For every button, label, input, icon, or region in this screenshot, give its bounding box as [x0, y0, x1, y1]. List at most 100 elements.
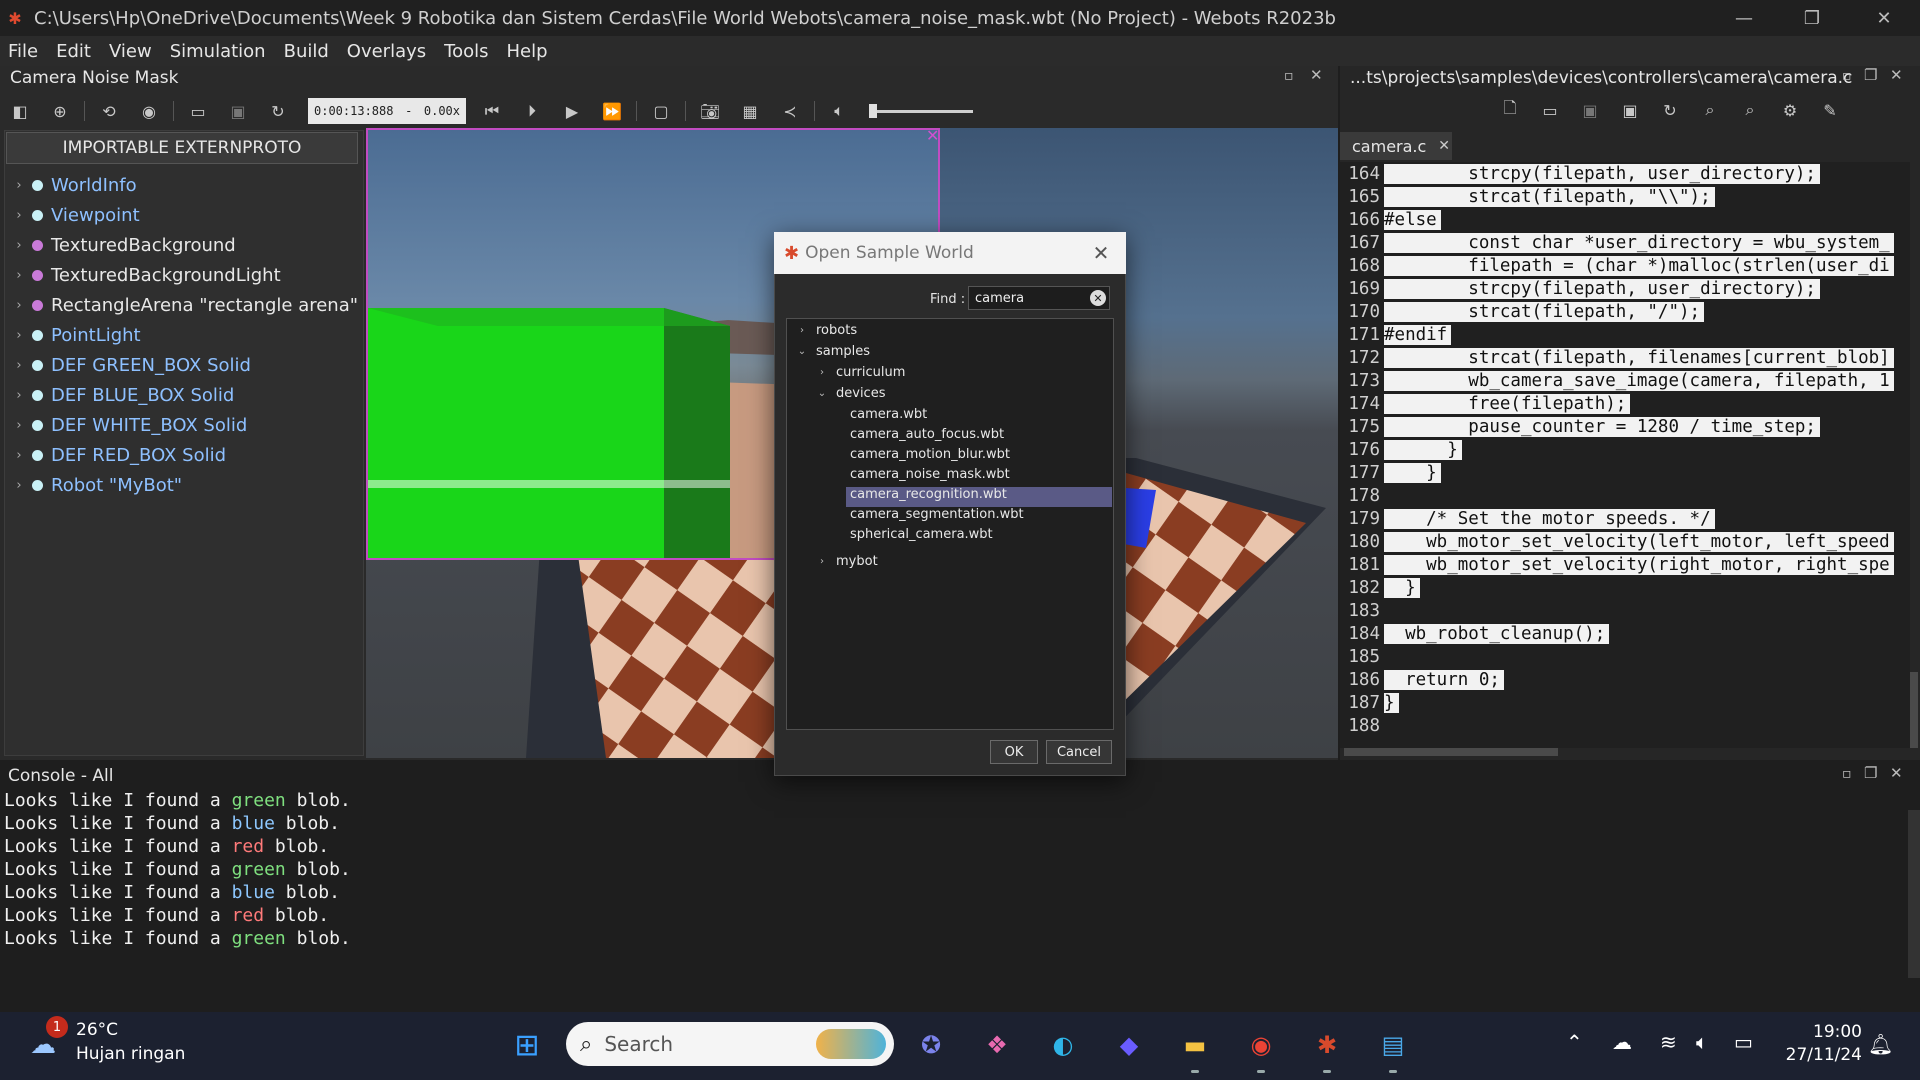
- revert-icon[interactable]: ↻: [1656, 96, 1684, 124]
- chevron-right-icon[interactable]: ›: [10, 268, 28, 283]
- scene-node[interactable]: › DEF RED_BOX Solid: [6, 440, 362, 470]
- chevron-right-icon[interactable]: ›: [10, 358, 28, 373]
- tree-item-mybot[interactable]: › mybot: [816, 551, 878, 571]
- chevron-right-icon[interactable]: ›: [10, 298, 28, 313]
- menu-tools[interactable]: Tools: [435, 41, 497, 62]
- clock-date[interactable]: 27/11/24: [1772, 1045, 1862, 1065]
- menu-build[interactable]: Build: [275, 41, 338, 62]
- tree-item-file[interactable]: camera_auto_focus.wbt: [850, 424, 1024, 444]
- chevron-right-icon[interactable]: ›: [10, 448, 28, 463]
- chevron-right-icon[interactable]: ›: [796, 325, 808, 336]
- play-icon[interactable]: ▶: [558, 97, 586, 125]
- chevron-right-icon[interactable]: ›: [10, 388, 28, 403]
- overlay-close-icon[interactable]: ✕: [926, 130, 938, 145]
- scene-node[interactable]: › PointLight: [6, 320, 362, 350]
- reset-simulation-icon[interactable]: ⏮: [478, 97, 506, 125]
- editor-close-icon[interactable]: ✕: [1890, 66, 1903, 84]
- console-maximize-icon[interactable]: ❐: [1864, 764, 1877, 782]
- share-icon[interactable]: ≺: [776, 97, 804, 125]
- wifi-icon[interactable]: ≋: [1660, 1030, 1677, 1054]
- chevron-right-icon[interactable]: ›: [10, 328, 28, 343]
- tree-item-file[interactable]: camera.wbt: [850, 404, 1024, 424]
- notification-bell-icon[interactable]: 🔔︎: [1868, 1032, 1893, 1056]
- editor-undock-icon[interactable]: ▫: [1842, 68, 1852, 84]
- scene-node[interactable]: › WorldInfo: [6, 170, 362, 200]
- teams-icon[interactable]: ✪: [910, 1024, 952, 1066]
- dialog-close-icon[interactable]: ✕: [1086, 238, 1116, 268]
- webots-taskbar-icon[interactable]: ✱: [1306, 1024, 1348, 1066]
- replace-icon[interactable]: ⌕: [1736, 96, 1764, 124]
- bing-icon[interactable]: ◆: [1108, 1024, 1150, 1066]
- build-icon[interactable]: ⚙: [1776, 96, 1804, 124]
- new-file-icon[interactable]: 🗋︎: [1496, 96, 1524, 124]
- save-as-icon[interactable]: ▣: [1616, 96, 1644, 124]
- open-world-icon[interactable]: ▭: [184, 97, 212, 125]
- scene-node[interactable]: › TexturedBackground: [6, 230, 362, 260]
- console-undock-icon[interactable]: ▫: [1842, 766, 1852, 782]
- chevron-right-icon[interactable]: ›: [10, 238, 28, 253]
- clock-time[interactable]: 19:00: [1772, 1022, 1862, 1042]
- chevron-right-icon[interactable]: ›: [10, 418, 28, 433]
- menu-view[interactable]: View: [100, 41, 161, 62]
- reload-world-icon[interactable]: ↻: [264, 97, 292, 125]
- pane-close-icon[interactable]: ✕: [1310, 66, 1323, 84]
- onedrive-icon[interactable]: ☁: [1612, 1030, 1632, 1054]
- tree-item-curriculum[interactable]: › curriculum: [816, 362, 905, 382]
- weather-description[interactable]: Hujan ringan: [76, 1044, 185, 1064]
- step-icon[interactable]: ⏵︎: [518, 97, 546, 125]
- scene-node[interactable]: › Robot "MyBot": [6, 470, 362, 500]
- chevron-right-icon[interactable]: ›: [816, 556, 828, 567]
- chevron-down-icon[interactable]: ⌄: [816, 388, 828, 399]
- chevron-right-icon[interactable]: ›: [10, 178, 28, 193]
- battery-icon[interactable]: ▭: [1734, 1030, 1753, 1054]
- clear-search-icon[interactable]: ✕: [1090, 290, 1106, 306]
- volume-slider[interactable]: [869, 103, 973, 118]
- chevron-down-icon[interactable]: ⌄: [796, 346, 808, 357]
- volume-icon[interactable]: 🔈︎: [1696, 1030, 1708, 1054]
- editor-horizontal-scrollbar[interactable]: [1344, 748, 1558, 756]
- scene-node[interactable]: › DEF GREEN_BOX Solid: [6, 350, 362, 380]
- menu-edit[interactable]: Edit: [47, 41, 100, 62]
- scene-node[interactable]: › RectangleArena "rectangle arena": [6, 290, 362, 320]
- close-icon[interactable]: ✕: [1848, 0, 1920, 36]
- chrome-icon[interactable]: ◉: [1240, 1024, 1282, 1066]
- menu-overlays[interactable]: Overlays: [338, 41, 435, 62]
- tree-item-file[interactable]: camera_segmentation.wbt: [850, 504, 1024, 524]
- menu-help[interactable]: Help: [497, 41, 556, 62]
- sound-icon[interactable]: 🔈︎: [825, 97, 853, 125]
- scene-node[interactable]: › DEF BLUE_BOX Solid: [6, 380, 362, 410]
- taskbar-search[interactable]: ⌕ Search: [566, 1022, 894, 1066]
- tree-item-file[interactable]: camera_motion_blur.wbt: [850, 444, 1024, 464]
- hide-scene-tree-icon[interactable]: ◧: [6, 97, 34, 125]
- clean-icon[interactable]: ✎: [1816, 96, 1844, 124]
- restore-icon[interactable]: ❐: [1776, 0, 1848, 36]
- console-output[interactable]: Looks like I found a green blob. Looks li…: [4, 790, 351, 951]
- tree-item-samples[interactable]: ⌄ samples: [796, 341, 870, 361]
- tree-item-file[interactable]: camera_recognition.wbt: [850, 484, 1024, 504]
- console-close-icon[interactable]: ✕: [1890, 764, 1903, 782]
- scene-node[interactable]: › DEF WHITE_BOX Solid: [6, 410, 362, 440]
- record-movie-icon[interactable]: ▦: [736, 97, 764, 125]
- tab-camera-c[interactable]: camera.c ✕: [1340, 132, 1452, 160]
- reload-icon[interactable]: ⟲: [95, 97, 123, 125]
- windows-start-icon[interactable]: ⊞: [506, 1024, 548, 1066]
- tree-item-file[interactable]: spherical_camera.wbt: [850, 524, 1024, 544]
- scene-node[interactable]: › Viewpoint: [6, 200, 362, 230]
- open-file-icon[interactable]: ▭: [1536, 96, 1564, 124]
- notepad-icon[interactable]: ▤: [1372, 1024, 1414, 1066]
- chevron-right-icon[interactable]: ›: [10, 478, 28, 493]
- edge-icon[interactable]: ◐: [1042, 1024, 1084, 1066]
- chevron-right-icon[interactable]: ›: [816, 367, 828, 378]
- menu-file[interactable]: File: [0, 41, 47, 62]
- console-scrollbar[interactable]: [1908, 810, 1920, 978]
- tree-item-file[interactable]: camera_noise_mask.wbt: [850, 464, 1024, 484]
- minimize-icon[interactable]: —: [1708, 0, 1780, 36]
- save-world-icon[interactable]: ▣: [224, 97, 252, 125]
- undock-icon[interactable]: ▫: [1284, 68, 1294, 84]
- chevron-right-icon[interactable]: ›: [10, 208, 28, 223]
- tree-item-devices[interactable]: ⌄ devices: [816, 383, 886, 403]
- eye-icon[interactable]: ◉: [135, 97, 163, 125]
- tab-close-icon[interactable]: ✕: [1438, 138, 1450, 154]
- fast-forward-icon[interactable]: ⏩: [598, 97, 626, 125]
- find-icon[interactable]: ⌕: [1696, 96, 1724, 124]
